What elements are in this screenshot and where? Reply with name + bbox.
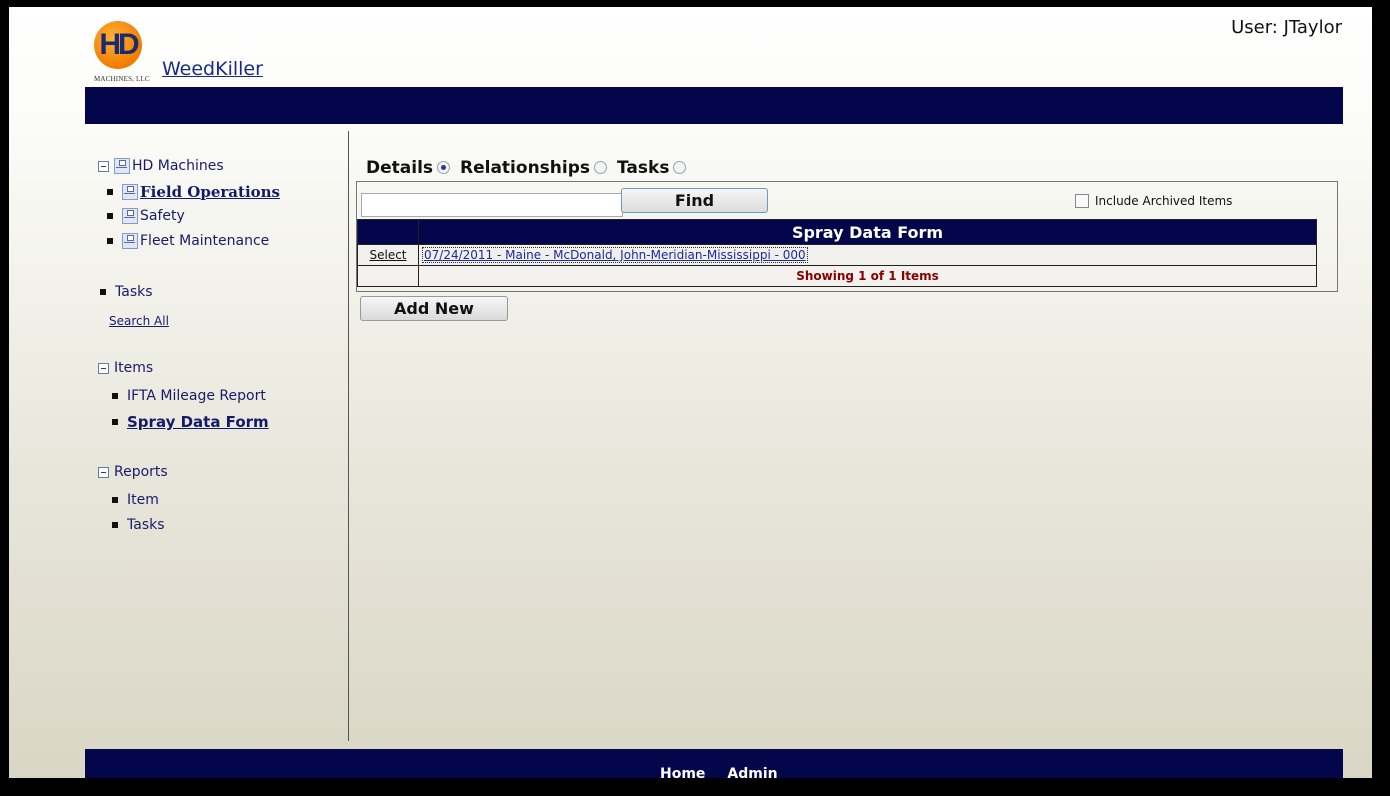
sidebar-reports-header[interactable]: Reports <box>98 464 168 480</box>
sidebar-item-label[interactable]: IFTA Mileage Report <box>127 388 266 404</box>
sidebar-items-header[interactable]: Items <box>98 360 153 376</box>
tree-node-label: HD Machines <box>132 158 224 174</box>
view-tabs: Details Relationships Tasks <box>366 158 696 178</box>
grid-pager-row: Showing 1 of 1 Items <box>357 265 1317 287</box>
sidebar-report-tasks[interactable]: Tasks <box>112 517 165 533</box>
logo-subtext: MACHINES, LLC <box>94 75 150 83</box>
tab-relationships-radio[interactable] <box>594 160 608 174</box>
bullet-icon <box>107 213 113 219</box>
table-row: Select 07/24/2011 - Maine - McDonald, Jo… <box>357 244 1317 266</box>
logo-mark: HD <box>94 21 142 69</box>
org-node-icon <box>122 233 138 249</box>
org-node-icon <box>114 158 130 174</box>
collapse-icon[interactable] <box>98 362 109 374</box>
page-frame: HD MACHINES, LLC WeedKiller User: JTaylo… <box>9 7 1372 778</box>
footer-links: Home Admin <box>660 766 800 778</box>
record-cell: 07/24/2011 - Maine - McDonald, John-Meri… <box>418 244 1317 266</box>
user-label: User: JTaylor <box>1231 17 1342 38</box>
sidebar-report-item[interactable]: Item <box>112 492 159 508</box>
org-node-icon <box>122 208 138 224</box>
record-link[interactable]: 07/24/2011 - Maine - McDonald, John-Meri… <box>422 247 808 263</box>
company-logo: HD MACHINES, LLC <box>94 21 150 83</box>
app-title-link[interactable]: WeedKiller <box>162 58 263 80</box>
sidebar-tasks[interactable]: Tasks <box>100 284 153 300</box>
tab-tasks-label[interactable]: Tasks <box>617 158 669 178</box>
tree-node-safety[interactable]: Safety <box>107 208 185 224</box>
find-button[interactable]: Find <box>621 188 768 213</box>
footer-admin-link[interactable]: Admin <box>727 766 777 778</box>
footer-bar: Home Admin <box>85 749 1343 778</box>
select-cell: Select <box>357 244 419 266</box>
org-node-icon <box>122 184 138 200</box>
search-all-label[interactable]: Search All <box>109 314 169 328</box>
bullet-icon <box>112 522 118 528</box>
bullet-icon <box>107 238 113 244</box>
tree-node-label[interactable]: Safety <box>140 208 185 224</box>
tree-node-fleet-maintenance[interactable]: Fleet Maintenance <box>107 233 269 249</box>
sidebar-item-spray-data-form[interactable]: Spray Data Form <box>112 413 269 431</box>
search-input[interactable] <box>361 193 623 217</box>
include-archived-option[interactable]: Include Archived Items <box>1075 194 1232 208</box>
grid-header-row: Spray Data Form <box>357 219 1317 245</box>
results-grid: Spray Data Form Select 07/24/2011 - Main… <box>357 219 1317 287</box>
bullet-icon <box>107 189 113 195</box>
top-nav-bar <box>85 87 1343 124</box>
grid-header-blank <box>357 219 419 245</box>
include-archived-checkbox[interactable] <box>1075 194 1089 208</box>
pager-blank <box>357 265 419 287</box>
select-link[interactable]: Select <box>369 248 406 262</box>
tab-tasks-radio[interactable] <box>673 160 687 174</box>
bullet-icon <box>112 393 118 399</box>
bullet-icon <box>100 289 106 295</box>
sidebar-report-label[interactable]: Item <box>127 492 159 508</box>
sidebar-reports-label: Reports <box>114 464 168 480</box>
footer-home-link[interactable]: Home <box>660 766 705 778</box>
collapse-icon[interactable] <box>98 466 109 478</box>
tree-node-hd-machines[interactable]: HD Machines <box>98 158 224 174</box>
tree-node-label[interactable]: Fleet Maintenance <box>140 233 269 249</box>
tab-details-label[interactable]: Details <box>366 158 433 178</box>
tab-relationships-label[interactable]: Relationships <box>460 158 590 178</box>
tree-node-label[interactable]: Field Operations <box>140 183 280 201</box>
search-all-link[interactable]: Search All <box>109 314 169 328</box>
grid-header-title: Spray Data Form <box>418 219 1317 245</box>
sidebar-report-label[interactable]: Tasks <box>127 517 165 533</box>
sidebar-item-ifta-mileage-report[interactable]: IFTA Mileage Report <box>112 388 266 404</box>
sidebar-divider <box>348 131 349 741</box>
sidebar-items-label: Items <box>114 360 154 376</box>
pager-text: Showing 1 of 1 Items <box>418 265 1317 287</box>
tab-details-radio[interactable] <box>437 160 451 174</box>
bullet-icon <box>112 419 118 425</box>
sidebar-item-label[interactable]: Spray Data Form <box>127 413 269 431</box>
include-archived-label: Include Archived Items <box>1095 194 1233 208</box>
add-new-button[interactable]: Add New <box>360 296 508 321</box>
bullet-icon <box>112 497 118 503</box>
collapse-icon[interactable] <box>98 160 109 172</box>
sidebar-tasks-label: Tasks <box>115 284 153 300</box>
tree-node-field-operations[interactable]: Field Operations <box>107 183 280 201</box>
